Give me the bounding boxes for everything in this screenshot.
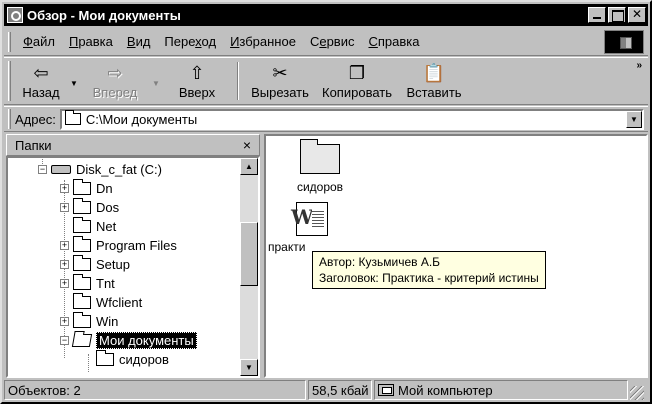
- menu-bar: Файл Правка Вид Переход Избранное Сервис…: [4, 28, 648, 56]
- folder-icon: [96, 350, 114, 366]
- back-button[interactable]: ⇦ Назад: [15, 58, 67, 104]
- expand-icon[interactable]: +: [60, 184, 69, 193]
- folder-icon: [73, 312, 91, 328]
- address-value: C:\Мои документы: [85, 111, 198, 127]
- up-button[interactable]: ⇧ Вверх: [163, 58, 231, 104]
- status-size: 58,5 кбай: [308, 380, 372, 400]
- expand-icon[interactable]: +: [60, 260, 69, 269]
- collapse-icon[interactable]: −: [38, 165, 47, 174]
- tree-item-wfclient[interactable]: Wfclient: [73, 293, 142, 312]
- menu-favorites[interactable]: Избранное: [223, 34, 303, 49]
- file-info-tooltip: Автор: Кузьмичев А.Б Заголовок: Практика…: [312, 251, 546, 289]
- back-arrow-icon: ⇦: [33, 62, 49, 83]
- folder-icon: [73, 236, 91, 252]
- window-title: Обзор - Мои документы: [27, 7, 181, 23]
- tree-item-my-documents[interactable]: − Мои документы: [60, 331, 197, 350]
- menu-help[interactable]: Справка: [361, 34, 426, 49]
- expand-icon[interactable]: +: [60, 279, 69, 288]
- folder-icon: [73, 274, 91, 290]
- tooltip-title: Заголовок: Практика - критерий истины: [319, 271, 539, 285]
- menu-tools[interactable]: Сервис: [303, 34, 362, 49]
- tree-item-net[interactable]: Net: [73, 217, 116, 236]
- word-document-icon: [291, 202, 328, 236]
- folder-icon: [73, 179, 91, 195]
- collapse-icon[interactable]: −: [60, 336, 69, 345]
- copy-icon: ❐: [348, 62, 366, 83]
- menu-edit[interactable]: Правка: [62, 34, 120, 49]
- hard-disk-icon: [51, 165, 71, 174]
- folders-pane-header: Папки ×: [6, 134, 260, 156]
- cut-button[interactable]: ✂ Вырезать: [245, 58, 315, 104]
- back-dropdown-button[interactable]: ▼: [67, 58, 81, 104]
- address-dropdown-button[interactable]: ▼: [626, 110, 642, 128]
- tree-connector: [88, 354, 89, 372]
- expand-icon[interactable]: +: [60, 317, 69, 326]
- copy-button[interactable]: ❐ Копировать: [315, 58, 399, 104]
- status-object-count: Объектов: 2: [4, 380, 306, 400]
- scissors-icon: ✂: [272, 62, 288, 83]
- status-bar: Объектов: 2 58,5 кбай Мой компьютер: [4, 380, 648, 402]
- resize-grip[interactable]: [630, 386, 644, 400]
- tooltip-author: Автор: Кузьмичев А.Б: [319, 255, 441, 269]
- toolbar-more-chevron[interactable]: »: [636, 60, 642, 71]
- menu-file[interactable]: Файл: [16, 34, 62, 49]
- title-bar[interactable]: Обзор - Мои документы ✕: [4, 4, 648, 26]
- tree-item-tnt[interactable]: + Tnt: [60, 274, 115, 293]
- folders-pane: Папки × − Disk_c_fat (C:) + Dn + Dos Net…: [6, 134, 260, 378]
- tree-item-win[interactable]: + Win: [60, 312, 118, 331]
- address-input[interactable]: C:\Мои документы ▼: [59, 108, 644, 130]
- folder-icon: [73, 255, 91, 271]
- folders-pane-title: Папки: [15, 137, 52, 153]
- folder-icon: [73, 198, 91, 214]
- tree-item-dos[interactable]: + Dos: [60, 198, 119, 217]
- tree-item-disk-c[interactable]: − Disk_c_fat (C:): [38, 160, 162, 179]
- standard-toolbar: ⇦ Назад ▼ ⇨ Вперед ▼ ⇧ Вверх ✂ Вырезать …: [4, 57, 648, 105]
- windows-logo-icon: [604, 30, 644, 54]
- address-bar-grip[interactable]: [8, 109, 11, 129]
- toolbar-grip[interactable]: [8, 61, 11, 101]
- expand-icon[interactable]: +: [60, 203, 69, 212]
- folder-tree-scrollbar[interactable]: ▲ ▼: [240, 158, 258, 376]
- folder-icon: [73, 217, 91, 233]
- address-label: Адрес:: [15, 111, 56, 127]
- tree-item-dn[interactable]: + Dn: [60, 179, 113, 198]
- folders-close-icon[interactable]: ×: [243, 137, 251, 153]
- forward-dropdown-button[interactable]: ▼: [149, 58, 163, 104]
- minimize-button[interactable]: [588, 7, 606, 23]
- maximize-button[interactable]: [608, 7, 626, 23]
- expand-icon[interactable]: +: [60, 241, 69, 250]
- folder-icon: [64, 110, 81, 125]
- menu-bar-grip[interactable]: [8, 31, 11, 52]
- paste-icon: 📋: [422, 62, 446, 83]
- forward-button[interactable]: ⇨ Вперед: [81, 58, 149, 104]
- my-computer-icon: [378, 384, 394, 396]
- tree-item-sidorov[interactable]: сидоров: [96, 350, 169, 369]
- open-folder-icon: [71, 334, 93, 347]
- up-folder-icon: ⇧: [189, 62, 205, 83]
- scroll-down-button[interactable]: ▼: [240, 359, 258, 376]
- forward-arrow-icon: ⇨: [107, 62, 123, 83]
- folder-icon: [300, 139, 340, 174]
- file-item-sidorov[interactable]: сидоров: [288, 139, 352, 194]
- folder-icon: [73, 293, 91, 309]
- address-bar: Адрес: C:\Мои документы ▼: [4, 106, 648, 132]
- explorer-window: Обзор - Мои документы ✕ Файл Правка Вид …: [0, 0, 652, 404]
- status-location: Мой компьютер: [374, 380, 628, 400]
- explorer-app-icon[interactable]: [7, 7, 23, 23]
- file-item-practika[interactable]: практи: [268, 202, 328, 254]
- folder-tree: − Disk_c_fat (C:) + Dn + Dos Net + Progr…: [6, 156, 260, 378]
- menu-go[interactable]: Переход: [157, 34, 223, 49]
- paste-button[interactable]: 📋 Вставить: [399, 58, 469, 104]
- tree-item-setup[interactable]: + Setup: [60, 255, 130, 274]
- tree-item-program-files[interactable]: + Program Files: [60, 236, 177, 255]
- close-button[interactable]: ✕: [628, 7, 646, 23]
- menu-view[interactable]: Вид: [120, 34, 158, 49]
- toolbar-separator: [237, 62, 239, 100]
- scroll-up-button[interactable]: ▲: [240, 158, 258, 175]
- scroll-thumb[interactable]: [240, 222, 258, 286]
